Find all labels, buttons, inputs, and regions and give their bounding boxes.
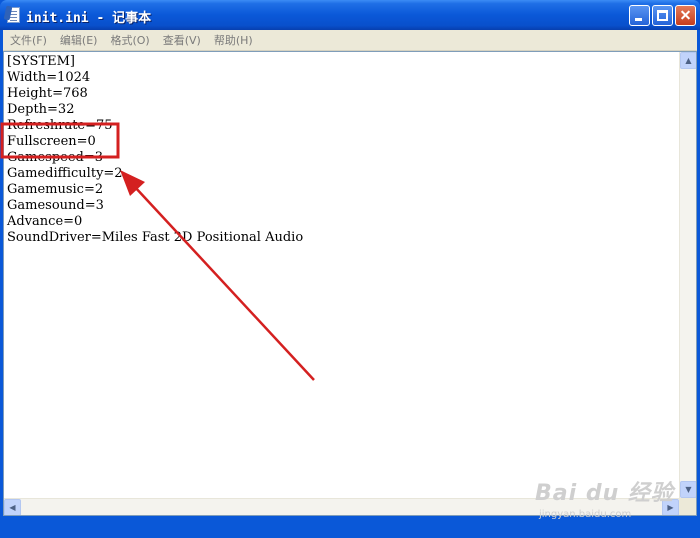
baidu-watermark: Bai du 经验 jingyan.baidu.com — [535, 475, 674, 520]
menu-edit[interactable]: 编辑(E) — [60, 32, 98, 48]
menu-bar: 文件(F) 编辑(E) 格式(O) 查看(V) 帮助(H) — [3, 30, 697, 51]
watermark-logo: Bai du 经验 — [535, 481, 674, 506]
document-line-fullscreen: Fullscreen=0 — [7, 134, 96, 149]
minimize-icon — [635, 18, 642, 21]
menu-view[interactable]: 查看(V) — [163, 32, 201, 48]
menu-file[interactable]: 文件(F) — [10, 32, 47, 48]
document-line: Gamesound=3 — [7, 198, 104, 213]
document-line: Advance=0 — [7, 214, 83, 229]
document-line: Depth=32 — [7, 102, 75, 117]
document-line: Height=768 — [7, 86, 88, 101]
vertical-scrollbar[interactable]: ▲ ▼ — [679, 52, 696, 498]
document-line: [SYSTEM] — [7, 54, 76, 69]
document-line: SoundDriver=Miles Fast 2D Positional Aud… — [7, 230, 304, 245]
close-button[interactable] — [675, 5, 696, 26]
scroll-up-icon[interactable]: ▲ — [680, 52, 696, 69]
menu-help[interactable]: 帮助(H) — [214, 32, 253, 48]
document-line: Width=1024 — [7, 70, 91, 85]
title-bar[interactable]: init.ini - 记事本 — [0, 0, 700, 30]
window-title: init.ini - 记事本 — [26, 11, 152, 26]
notepad-window: init.ini - 记事本 文件(F) 编辑(E) 格式(O) 查看(V) 帮… — [0, 0, 700, 538]
maximize-button[interactable] — [652, 5, 673, 26]
document-line: Gamemusic=2 — [7, 182, 104, 197]
scroll-down-icon[interactable]: ▼ — [680, 481, 696, 498]
menu-format[interactable]: 格式(O) — [110, 32, 149, 48]
document-line: Gamedifficulty=2 — [7, 166, 123, 181]
close-icon — [676, 6, 695, 25]
size-grip[interactable] — [679, 498, 696, 515]
scroll-left-icon[interactable]: ◀ — [4, 499, 21, 515]
text-editor[interactable]: [SYSTEM] Width=1024 Height=768 Depth=32 Refr… — [3, 51, 697, 516]
document-line: Refreshrate=75 — [7, 118, 113, 133]
document-line: Gamespeed=3 — [7, 150, 104, 165]
notepad-icon[interactable] — [7, 7, 20, 23]
maximize-icon — [657, 10, 668, 21]
document-text[interactable]: [SYSTEM] Width=1024 Height=768 Depth=32 Refr… — [7, 54, 677, 499]
watermark-url: jingyan.baidu.com — [539, 509, 632, 520]
minimize-button[interactable] — [629, 5, 650, 26]
